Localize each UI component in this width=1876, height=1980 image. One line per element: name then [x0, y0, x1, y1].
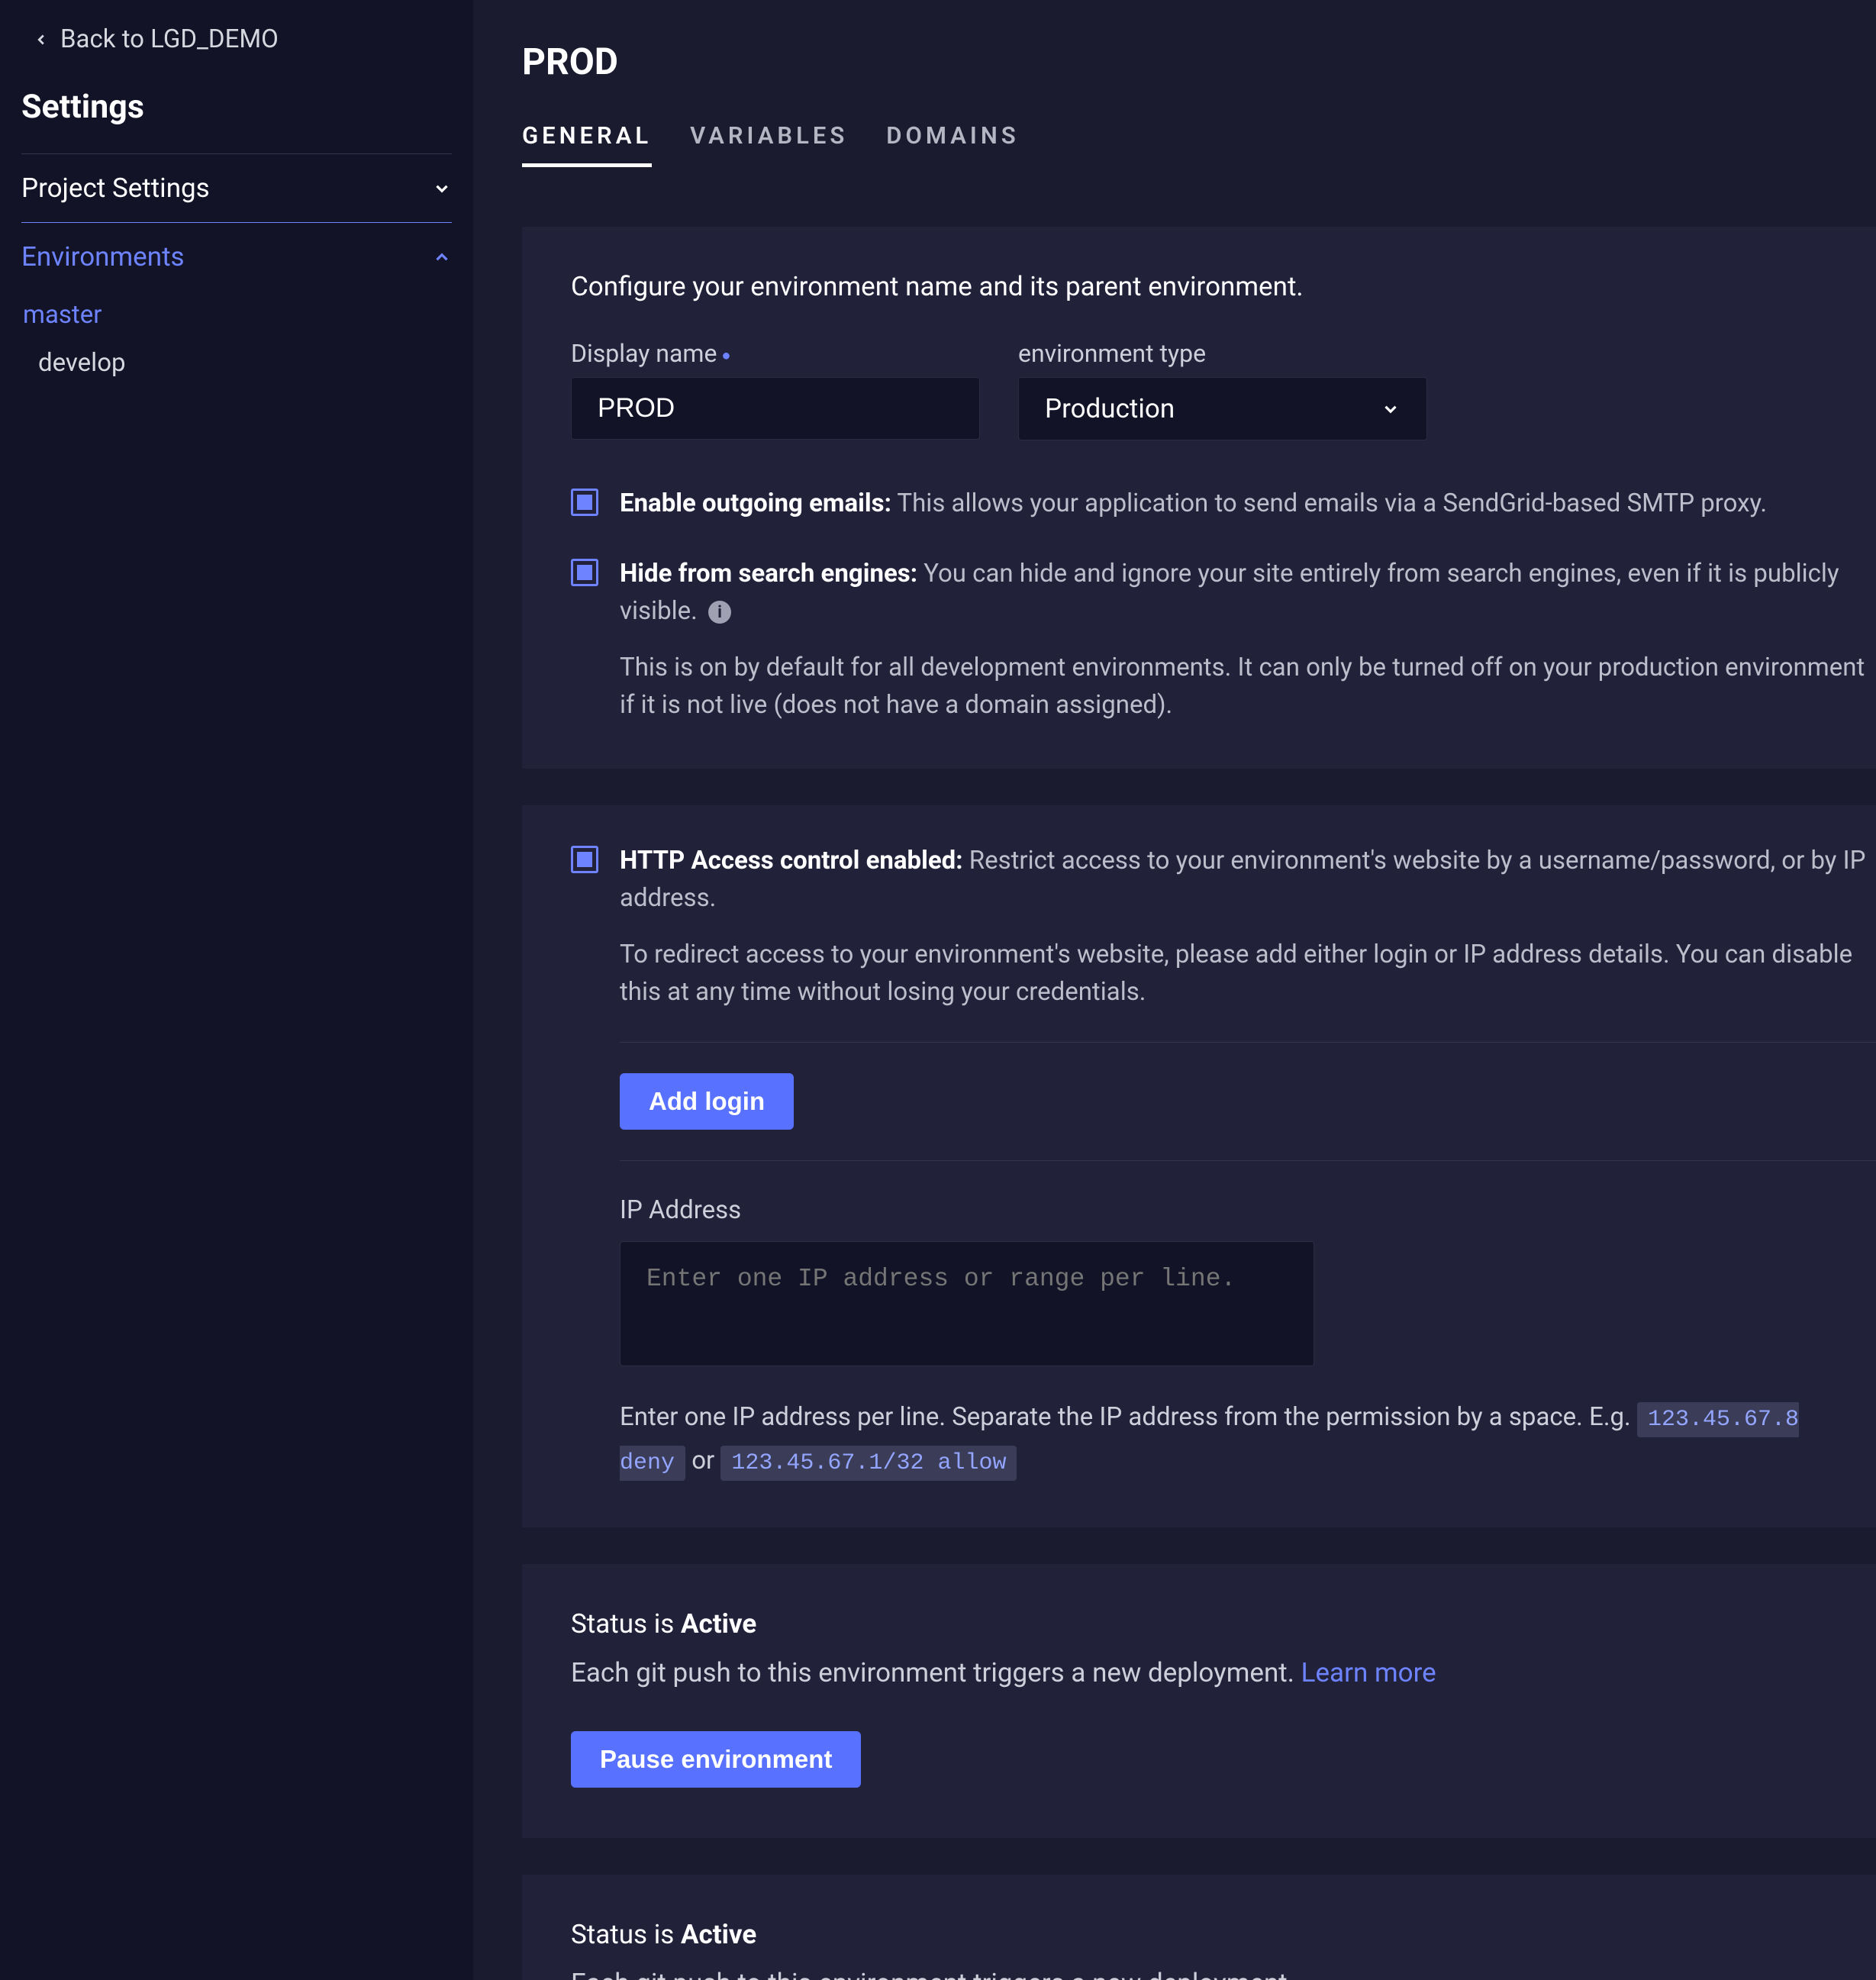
environments-list: master develop: [21, 291, 452, 396]
settings-heading: Settings: [0, 69, 473, 153]
status-card-2: Status is Active Each git push to this e…: [522, 1875, 1876, 1980]
access-card: HTTP Access control enabled: Restrict ac…: [522, 805, 1876, 1527]
http-access-checkbox[interactable]: [571, 846, 598, 873]
http-access-note: To redirect access to your environment's…: [620, 936, 1876, 1011]
enable-emails-text: Enable outgoing emails: This allows your…: [620, 485, 1767, 523]
status-card-1: Status is Active Each git push to this e…: [522, 1564, 1876, 1839]
sidebar-item-label: Environments: [21, 241, 185, 272]
chevron-down-icon: [1381, 399, 1401, 419]
http-access-text: HTTP Access control enabled: Restrict ac…: [620, 842, 1876, 1483]
status-line: Status is Active: [571, 1919, 1827, 1950]
back-label: Back to LGD_DEMO: [60, 24, 279, 54]
sidebar: Back to LGD_DEMO Settings Project Settin…: [0, 0, 473, 1980]
chevron-down-icon: [432, 179, 452, 198]
pause-environment-button[interactable]: Pause environment: [571, 1731, 861, 1788]
page-title: PROD: [473, 40, 1876, 83]
divider: [620, 1042, 1876, 1043]
config-card: Configure your environment name and its …: [522, 227, 1876, 769]
hide-search-text: Hide from search engines: You can hide a…: [620, 555, 1876, 724]
status-desc: Each git push to this environment trigge…: [571, 1653, 1827, 1694]
chevron-left-icon: [33, 31, 50, 48]
learn-more-link[interactable]: Learn more: [1301, 1657, 1436, 1688]
hide-search-note: This is on by default for all developmen…: [620, 649, 1876, 724]
tab-general[interactable]: GENERAL: [522, 121, 652, 167]
tab-domains[interactable]: DOMAINS: [886, 121, 1019, 167]
back-link[interactable]: Back to LGD_DEMO: [0, 21, 473, 69]
env-type-select[interactable]: Production: [1018, 377, 1427, 440]
hide-search-checkbox[interactable]: [571, 559, 598, 586]
display-name-input[interactable]: [571, 377, 980, 440]
main-content: PROD GENERAL VARIABLES DOMAINS Configure…: [473, 0, 1876, 1980]
sidebar-item-project-settings[interactable]: Project Settings: [21, 153, 452, 222]
sidebar-item-environments[interactable]: Environments: [21, 222, 452, 291]
tabs: GENERAL VARIABLES DOMAINS: [473, 83, 1876, 167]
ip-address-label: IP Address: [620, 1192, 1876, 1230]
enable-emails-checkbox[interactable]: [571, 489, 598, 516]
ip-address-textarea[interactable]: [620, 1241, 1314, 1366]
info-icon[interactable]: i: [708, 601, 731, 624]
env-type-value: Production: [1045, 393, 1175, 424]
required-indicator: ●: [717, 346, 730, 364]
tab-variables[interactable]: VARIABLES: [690, 121, 848, 167]
status-line: Status is Active: [571, 1608, 1827, 1640]
add-login-button[interactable]: Add login: [620, 1073, 794, 1130]
display-name-label: Display name●: [571, 339, 980, 368]
http-access-label: HTTP Access control enabled:: [620, 846, 963, 876]
enable-emails-desc: This allows your application to send ema…: [897, 489, 1767, 518]
chevron-up-icon: [432, 247, 452, 267]
status-value: Active: [681, 1919, 756, 1950]
code-example-2: 123.45.67.1/32 allow: [720, 1446, 1017, 1481]
enable-emails-label: Enable outgoing emails:: [620, 489, 891, 518]
hide-search-label: Hide from search engines:: [620, 559, 917, 589]
env-item-develop[interactable]: develop: [21, 339, 452, 387]
env-type-label: environment type: [1018, 339, 1427, 368]
ip-help-text: Enter one IP address per line. Separate …: [620, 1396, 1876, 1483]
env-item-master[interactable]: master: [21, 291, 452, 339]
sidebar-item-label: Project Settings: [21, 173, 210, 204]
config-intro: Configure your environment name and its …: [571, 271, 1876, 302]
status-value: Active: [681, 1608, 756, 1640]
divider: [620, 1160, 1876, 1161]
status-desc: Each git push to this environment trigge…: [571, 1964, 1827, 1980]
